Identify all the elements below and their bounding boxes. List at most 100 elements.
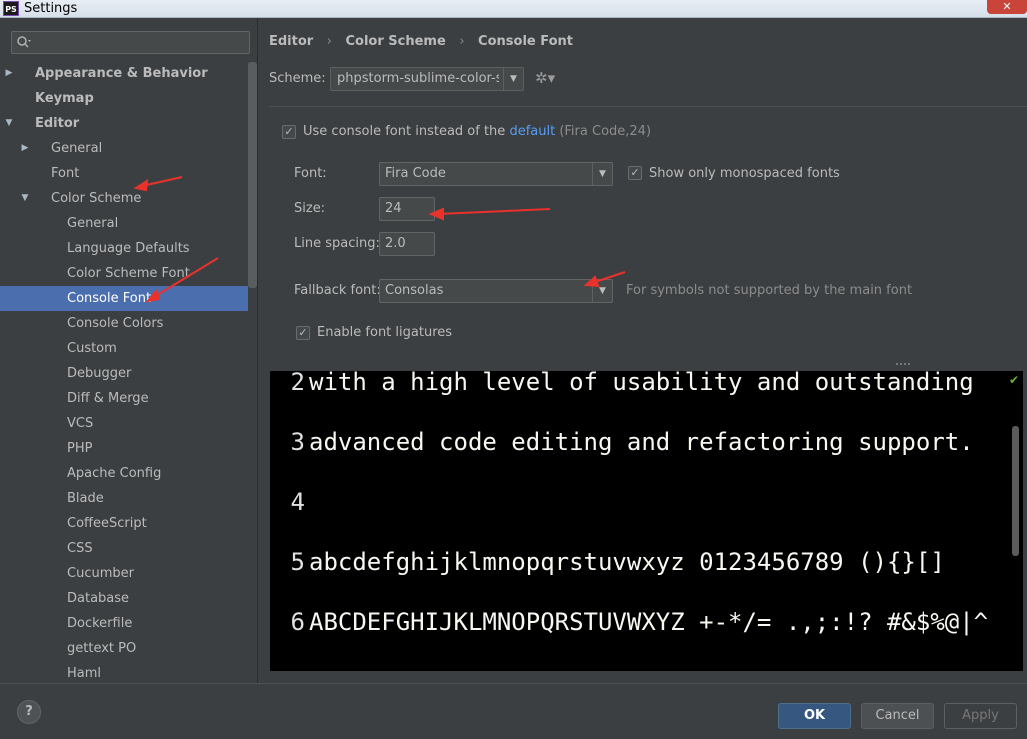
cancel-button[interactable]: Cancel bbox=[861, 703, 934, 729]
dialog-button-bar: ? OK Cancel Apply bbox=[0, 683, 1027, 739]
chevron-right-icon[interactable] bbox=[36, 611, 46, 636]
chevron-right-icon[interactable]: ▶ bbox=[4, 61, 14, 86]
divider bbox=[269, 106, 1027, 107]
line-spacing-input[interactable]: 2.0 bbox=[379, 232, 435, 256]
chevron-down-icon: ▼ bbox=[592, 163, 612, 185]
chevron-right-icon[interactable] bbox=[36, 511, 46, 536]
size-input[interactable]: 24 bbox=[379, 197, 435, 221]
sidebar-item-keymap[interactable]: Keymap bbox=[0, 86, 248, 111]
scheme-select[interactable]: phpstorm-sublime-color-sys ▼ bbox=[330, 67, 524, 91]
use-console-font-text: Use console font instead of the bbox=[303, 124, 506, 139]
chevron-down-icon[interactable]: ▼ bbox=[4, 111, 14, 136]
sidebar-item-editor[interactable]: ▼ Editor bbox=[0, 111, 248, 136]
sidebar-item-label: Haml bbox=[67, 666, 102, 681]
sidebar-item-console-font[interactable]: Console Font bbox=[0, 286, 248, 311]
sidebar-item-gettext-po[interactable]: gettext PO bbox=[0, 636, 248, 661]
chevron-right-icon[interactable] bbox=[36, 586, 46, 611]
sidebar-item-label: General bbox=[51, 141, 103, 156]
breadcrumb-color-scheme: Color Scheme bbox=[345, 34, 446, 49]
line-spacing-label: Line spacing: bbox=[294, 236, 380, 251]
chevron-right-icon[interactable] bbox=[36, 561, 46, 586]
chevron-right-icon[interactable] bbox=[36, 211, 46, 236]
chevron-right-icon[interactable] bbox=[4, 86, 14, 111]
sidebar-item-dockerfile[interactable]: Dockerfile bbox=[0, 611, 248, 636]
sidebar-item-general[interactable]: ▶ General bbox=[0, 136, 248, 161]
chevron-right-icon[interactable] bbox=[36, 361, 46, 386]
sidebar-item-color-scheme[interactable]: ▼ Color Scheme bbox=[0, 186, 248, 211]
sidebar-item-vcs[interactable]: VCS bbox=[0, 411, 248, 436]
size-label: Size: bbox=[294, 201, 326, 216]
sidebar-item-label: VCS bbox=[67, 416, 94, 431]
chevron-right-icon[interactable] bbox=[36, 636, 46, 661]
settings-sidebar: ▶ Appearance & Behavior Keymap ▼ Editor ▶ Gene… bbox=[0, 18, 258, 683]
default-font-hint: (Fira Code,24) bbox=[559, 124, 652, 139]
fallback-font-hint: For symbols not supported by the main fo… bbox=[626, 283, 913, 298]
monospaced-checkbox[interactable]: ✓ bbox=[628, 166, 642, 180]
chevron-right-icon[interactable] bbox=[20, 161, 30, 186]
sidebar-item-label: Database bbox=[67, 591, 130, 606]
sidebar-item-database[interactable]: Database bbox=[0, 586, 248, 611]
ligatures-checkbox[interactable]: ✓ bbox=[296, 326, 310, 340]
font-select[interactable]: Fira Code ▼ bbox=[379, 162, 613, 186]
sidebar-item-php[interactable]: PHP bbox=[0, 436, 248, 461]
sidebar-item-debugger[interactable]: Debugger bbox=[0, 361, 248, 386]
sidebar-item-blade[interactable]: Blade bbox=[0, 486, 248, 511]
default-font-link[interactable]: default bbox=[509, 124, 555, 139]
sidebar-item-label: PHP bbox=[67, 441, 93, 456]
chevron-right-icon[interactable] bbox=[36, 311, 46, 336]
gear-icon[interactable]: ✲▾ bbox=[535, 69, 559, 89]
sidebar-item-color-scheme-font[interactable]: Color Scheme Font bbox=[0, 261, 248, 286]
chevron-right-icon[interactable] bbox=[36, 486, 46, 511]
chevron-right-icon[interactable] bbox=[36, 536, 46, 561]
sidebar-item-coffeescript[interactable]: CoffeeScript bbox=[0, 511, 248, 536]
sidebar-item-console-colors[interactable]: Console Colors bbox=[0, 311, 248, 336]
ok-button[interactable]: OK bbox=[778, 703, 851, 729]
sidebar-item-custom[interactable]: Custom bbox=[0, 336, 248, 361]
apply-button[interactable]: Apply bbox=[944, 703, 1017, 729]
sidebar-item-haml[interactable]: Haml bbox=[0, 661, 248, 683]
preview-line: 6 ABCDEFGHIJKLMNOPQRSTUVWXYZ +-*/= .,;:!?… bbox=[270, 607, 989, 637]
chevron-right-icon[interactable] bbox=[36, 436, 46, 461]
sidebar-item-label: gettext PO bbox=[67, 641, 137, 656]
chevron-right-icon[interactable] bbox=[36, 286, 46, 311]
chevron-right-icon[interactable] bbox=[36, 461, 46, 486]
sidebar-item-label: Diff & Merge bbox=[67, 391, 149, 406]
chevron-right-icon[interactable] bbox=[36, 661, 46, 683]
chevron-down-icon: ▼ bbox=[592, 280, 612, 302]
font-value: Fira Code bbox=[385, 166, 446, 181]
settings-search-input[interactable] bbox=[11, 31, 250, 54]
preview-line: 5 abcdefghijklmnopqrstuvwxyz 0123456789 (… bbox=[270, 547, 945, 577]
help-icon[interactable]: ? bbox=[17, 700, 41, 724]
sidebar-item-css[interactable]: CSS bbox=[0, 536, 248, 561]
line-text: advanced code editing and refactoring su… bbox=[309, 428, 974, 456]
chevron-right-icon[interactable] bbox=[36, 386, 46, 411]
breadcrumb-separator: › bbox=[326, 34, 332, 49]
fallback-font-select[interactable]: Consolas ▼ bbox=[379, 279, 613, 303]
splitter-grip[interactable] bbox=[896, 363, 910, 367]
sidebar-item-label: Console Font bbox=[67, 291, 152, 306]
sidebar-item-diff-merge[interactable]: Diff & Merge bbox=[0, 386, 248, 411]
fallback-font-value: Consolas bbox=[385, 283, 444, 298]
chevron-down-icon[interactable]: ▼ bbox=[20, 186, 30, 211]
sidebar-scrollbar[interactable] bbox=[248, 62, 257, 288]
close-window-icon[interactable]: ✕ bbox=[987, 0, 1027, 14]
chevron-right-icon[interactable] bbox=[36, 236, 46, 261]
sidebar-item-appearance-behavior[interactable]: ▶ Appearance & Behavior bbox=[0, 61, 248, 86]
font-preview-editor[interactable]: 2 with a high level of usability and outs… bbox=[270, 371, 1023, 671]
sidebar-item-font[interactable]: Font bbox=[0, 161, 248, 186]
sidebar-item-apache-config[interactable]: Apache Config bbox=[0, 461, 248, 486]
title-bar: PS Settings ✕ bbox=[0, 0, 1027, 18]
sidebar-item-general[interactable]: General bbox=[0, 211, 248, 236]
preview-scrollbar[interactable] bbox=[1012, 426, 1019, 556]
chevron-right-icon[interactable] bbox=[36, 411, 46, 436]
sidebar-item-language-defaults[interactable]: Language Defaults bbox=[0, 236, 248, 261]
sidebar-item-label: Blade bbox=[67, 491, 104, 506]
sidebar-item-cucumber[interactable]: Cucumber bbox=[0, 561, 248, 586]
chevron-right-icon[interactable] bbox=[36, 261, 46, 286]
use-console-font-checkbox[interactable]: ✓ bbox=[282, 125, 296, 139]
line-text: ABCDEFGHIJKLMNOPQRSTUVWXYZ +-*/= .,;:!? … bbox=[309, 608, 989, 636]
sidebar-item-label: Dockerfile bbox=[67, 616, 133, 631]
chevron-right-icon[interactable] bbox=[36, 336, 46, 361]
search-icon bbox=[17, 36, 31, 48]
chevron-right-icon[interactable]: ▶ bbox=[20, 136, 30, 161]
